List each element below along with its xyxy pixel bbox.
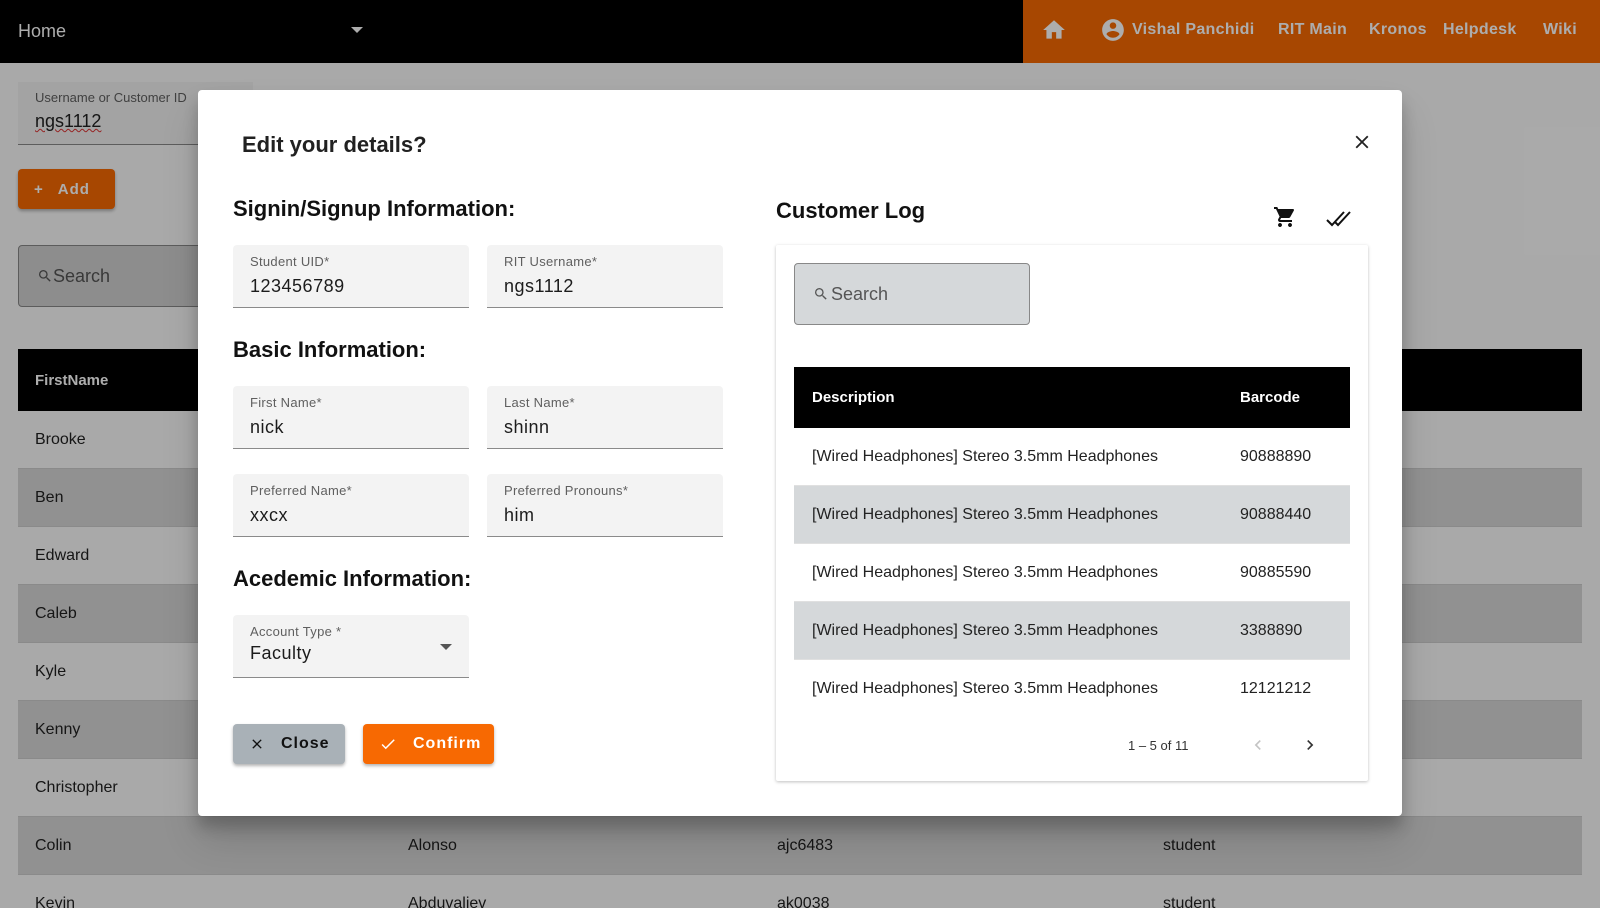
field-label: Last Name* bbox=[504, 395, 575, 410]
cell-description: [Wired Headphones] Stereo 3.5mm Headphon… bbox=[812, 622, 1158, 639]
cell-description: [Wired Headphones] Stereo 3.5mm Headphon… bbox=[812, 680, 1158, 697]
confirm-button[interactable]: Confirm bbox=[363, 724, 494, 764]
cell-barcode: 3388890 bbox=[1240, 622, 1303, 639]
close-icon bbox=[252, 739, 262, 749]
dialog-title: Edit your details? bbox=[242, 132, 427, 157]
cell-barcode: 12121212 bbox=[1240, 680, 1312, 697]
check-icon bbox=[381, 739, 395, 750]
cell-barcode: 90885590 bbox=[1240, 564, 1312, 581]
close-icon[interactable] bbox=[1348, 128, 1376, 156]
first-name-field[interactable]: First Name* nick bbox=[233, 386, 469, 449]
field-value: xxcx bbox=[250, 505, 288, 525]
customer-log-title: Customer Log bbox=[776, 198, 926, 223]
cell-barcode: 90888440 bbox=[1240, 506, 1312, 523]
field-value: shinn bbox=[504, 417, 550, 437]
cell-description: [Wired Headphones] Stereo 3.5mm Headphon… bbox=[812, 506, 1158, 523]
academic-heading: Acedemic Information: bbox=[233, 566, 472, 591]
preferred-name-field[interactable]: Preferred Name* xxcx bbox=[233, 474, 469, 537]
field-label: First Name* bbox=[250, 395, 322, 410]
close-button[interactable]: Close bbox=[233, 724, 345, 764]
column-header-description[interactable]: Description bbox=[812, 389, 895, 406]
field-value: him bbox=[504, 505, 535, 525]
chevron-right-icon[interactable] bbox=[1300, 735, 1320, 758]
cell-description: [Wired Headphones] Stereo 3.5mm Headphon… bbox=[812, 448, 1158, 465]
customer-log-card: Search Description Barcode [Wired Headph… bbox=[776, 245, 1368, 781]
field-value: nick bbox=[250, 417, 285, 437]
rit-username-field[interactable]: RIT Username* ngs1112 bbox=[487, 245, 723, 308]
log-table-header: Description Barcode bbox=[794, 367, 1350, 428]
field-label: Student UID* bbox=[250, 254, 330, 269]
edit-details-dialog: Edit your details? Signin/Signup Informa… bbox=[198, 90, 1402, 816]
field-label: Preferred Name* bbox=[250, 483, 353, 498]
field-value: ngs1112 bbox=[504, 276, 574, 296]
table-row[interactable]: [Wired Headphones] Stereo 3.5mm Headphon… bbox=[794, 660, 1350, 718]
field-value: Faculty bbox=[250, 643, 312, 663]
confirm-button-label: Confirm bbox=[413, 735, 482, 752]
student-uid-field[interactable]: Student UID* 123456789 bbox=[233, 245, 469, 308]
field-label: Account Type * bbox=[250, 624, 342, 639]
signin-heading: Signin/Signup Information: bbox=[233, 196, 516, 221]
table-row[interactable]: [Wired Headphones] Stereo 3.5mm Headphon… bbox=[794, 428, 1350, 486]
field-value: 123456789 bbox=[250, 276, 345, 296]
account-type-select[interactable]: Account Type * Faculty bbox=[233, 615, 469, 678]
done-all-icon[interactable] bbox=[1326, 208, 1352, 233]
table-row[interactable]: [Wired Headphones] Stereo 3.5mm Headphon… bbox=[794, 602, 1350, 660]
pronouns-field[interactable]: Preferred Pronouns* him bbox=[487, 474, 723, 537]
last-name-field[interactable]: Last Name* shinn bbox=[487, 386, 723, 449]
paginator: 1 – 5 of 11 bbox=[776, 725, 1368, 765]
table-row[interactable]: [Wired Headphones] Stereo 3.5mm Headphon… bbox=[794, 486, 1350, 544]
chevron-left-icon[interactable] bbox=[1248, 735, 1268, 758]
field-label: RIT Username* bbox=[504, 254, 598, 269]
cell-description: [Wired Headphones] Stereo 3.5mm Headphon… bbox=[812, 564, 1158, 581]
paginator-range: 1 – 5 of 11 bbox=[1128, 738, 1189, 753]
field-label: Preferred Pronouns* bbox=[504, 483, 629, 498]
search-placeholder: Search bbox=[831, 283, 889, 304]
cart-icon[interactable] bbox=[1273, 205, 1297, 234]
log-search-input[interactable]: Search bbox=[794, 263, 1030, 325]
search-icon bbox=[815, 288, 827, 300]
log-table: Description Barcode [Wired Headphones] S… bbox=[794, 367, 1350, 718]
table-row[interactable]: [Wired Headphones] Stereo 3.5mm Headphon… bbox=[794, 544, 1350, 602]
cell-barcode: 90888890 bbox=[1240, 448, 1312, 465]
column-header-barcode[interactable]: Barcode bbox=[1240, 389, 1300, 406]
basic-heading: Basic Information: bbox=[233, 337, 427, 362]
close-button-label: Close bbox=[281, 735, 330, 752]
chevron-down-icon bbox=[440, 644, 452, 650]
